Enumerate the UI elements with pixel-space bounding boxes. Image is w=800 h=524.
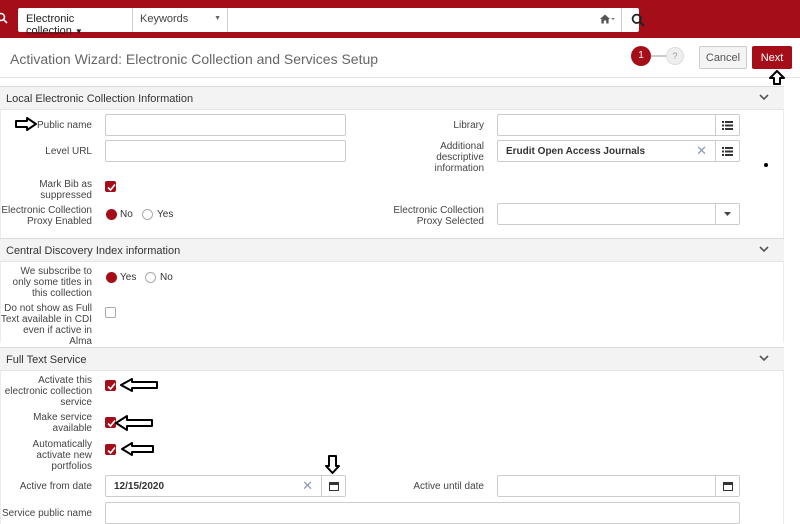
service-public-name-input[interactable] (106, 503, 739, 523)
calendar-icon (328, 482, 339, 491)
search-submit-button[interactable] (623, 8, 653, 32)
arrow-annotation-icon (120, 378, 158, 392)
library-input[interactable] (498, 115, 713, 135)
proxy-selected-label: Electronic Collection Proxy Selected (393, 205, 484, 227)
proxy-selected-dropdown[interactable] (497, 203, 740, 225)
activate-service-label: Activate this electronic collection serv… (4, 375, 92, 408)
cancel-button[interactable]: Cancel (699, 46, 747, 69)
check-icon (107, 183, 116, 192)
no-fulltext-label: Do not show as Full Text available in CD… (0, 303, 92, 347)
search-input[interactable] (229, 8, 589, 32)
caret-down-icon: ▼ (74, 27, 83, 36)
proxy-enabled-label: Electronic Collection Proxy Enabled (1, 205, 92, 227)
library-field[interactable] (497, 114, 740, 136)
active-from-value: 12/15/2020 (114, 481, 165, 492)
search-bar: Electronic collection ▼ Keywords ▼ (18, 8, 645, 37)
additional-info-label: Additional descriptive information (434, 141, 484, 174)
caret-down-icon (724, 211, 731, 216)
additional-info-value: Erudit Open Access Journals (506, 146, 646, 157)
subscribe-label: We subscribe to only some titles in this… (12, 266, 92, 299)
active-until-field[interactable] (497, 475, 740, 497)
active-until-calendar-button[interactable] (715, 476, 739, 496)
library-list-button[interactable] (715, 115, 739, 135)
subscribe-no-label: No (160, 272, 173, 283)
arrow-annotation-icon (115, 415, 153, 431)
search-icon (631, 13, 645, 27)
top-bar: Electronic collection ▼ Keywords ▼ (0, 0, 800, 38)
level-url-input[interactable] (106, 141, 345, 161)
search-icon[interactable] (0, 12, 8, 24)
section-header-cdi[interactable]: Central Discovery Index information (0, 238, 784, 262)
subscribe-no-radio[interactable] (145, 272, 156, 283)
active-until-label: Active until date (413, 481, 484, 492)
step-current[interactable]: 1 (631, 46, 651, 66)
section-title: Central Discovery Index information (6, 245, 181, 257)
service-public-name-field[interactable] (105, 502, 740, 524)
public-name-label: Public name (36, 120, 92, 131)
library-label: Library (453, 120, 484, 131)
calendar-icon (722, 482, 733, 491)
next-button[interactable]: Next (752, 46, 792, 69)
section-title: Local Electronic Collection Information (6, 93, 194, 105)
auto-activate-label: Automatically activate new portfolios (32, 439, 92, 472)
mark-bib-checkbox[interactable] (105, 181, 116, 192)
active-from-calendar-button[interactable] (321, 476, 345, 496)
bullet-dot (764, 163, 768, 167)
service-public-name-label: Service public name (1, 508, 92, 519)
level-url-label: Level URL (45, 146, 92, 157)
chevron-down-icon[interactable] (758, 243, 770, 255)
chevron-down-icon[interactable] (758, 352, 770, 364)
additional-info-field[interactable]: Erudit Open Access Journals ✕ (497, 140, 740, 162)
proxy-enabled-no-label: No (120, 209, 133, 220)
home-icon (599, 14, 615, 24)
search-scope-label: Electronic collection (26, 13, 75, 37)
section-header-fulltext[interactable]: Full Text Service (0, 347, 784, 371)
caret-down-icon: ▼ (214, 15, 221, 22)
section-header-local[interactable]: Local Electronic Collection Information (0, 86, 784, 110)
proxy-selected-toggle[interactable] (715, 204, 739, 224)
arrow-annotation-icon (325, 455, 340, 474)
page-header: Activation Wizard: Electronic Collection… (0, 38, 800, 78)
list-icon (722, 120, 733, 130)
proxy-enabled-no-radio[interactable] (106, 209, 117, 220)
subscribe-yes-radio[interactable] (106, 272, 117, 283)
activate-service-checkbox[interactable] (105, 380, 116, 391)
search-type-dropdown[interactable]: Keywords ▼ (134, 8, 228, 32)
active-from-label: Active from date (19, 481, 92, 492)
make-available-label: Make service available (33, 412, 92, 434)
section-title: Full Text Service (6, 354, 87, 366)
step-next[interactable]: ? (666, 47, 684, 65)
step-connector (651, 55, 667, 57)
check-icon (107, 446, 116, 455)
home-scope-button[interactable] (592, 8, 622, 32)
search-scope-dropdown[interactable]: Electronic collection ▼ (18, 8, 133, 37)
additional-info-list-button[interactable] (715, 141, 739, 161)
chevron-down-icon[interactable] (758, 91, 770, 103)
public-name-field[interactable] (105, 114, 346, 136)
proxy-enabled-yes-label: Yes (157, 209, 174, 220)
proxy-enabled-yes-radio[interactable] (142, 209, 153, 220)
arrow-annotation-icon (121, 442, 154, 456)
list-icon (722, 146, 733, 156)
page-title: Activation Wizard: Electronic Collection… (10, 51, 379, 67)
search-type-label: Keywords (140, 13, 189, 25)
clear-icon[interactable]: ✕ (302, 479, 313, 492)
public-name-input[interactable] (106, 115, 345, 135)
auto-activate-checkbox[interactable] (105, 444, 116, 455)
subscribe-yes-label: Yes (120, 272, 137, 283)
mark-bib-label: Mark Bib as suppressed (39, 179, 92, 201)
clear-icon[interactable]: ✕ (696, 144, 707, 157)
no-fulltext-checkbox[interactable] (105, 307, 116, 318)
section-body-cdi (0, 262, 784, 342)
check-icon (107, 382, 116, 391)
arrow-annotation-icon (769, 70, 785, 85)
active-from-field[interactable]: 12/15/2020 ✕ (105, 475, 346, 497)
level-url-field[interactable] (105, 140, 346, 162)
active-until-input[interactable] (498, 476, 713, 496)
